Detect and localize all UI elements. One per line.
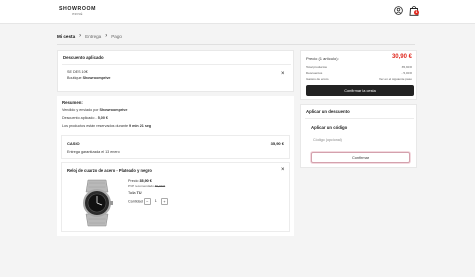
remove-product-close-icon[interactable]: × (281, 167, 285, 173)
summary-title: Resumen: (62, 100, 83, 105)
order-row-shipping-label: Gastos de envío (306, 77, 329, 81)
chevron-right-icon: › (79, 33, 82, 39)
showroom-logo[interactable]: SHOWROOM PRIVÉ (59, 6, 96, 17)
apply-discount-title: Aplicar un descuento (306, 109, 350, 114)
product-size-line: Talla TU (128, 191, 142, 195)
product-price-line: Precio 35,90 € (128, 179, 152, 183)
product-rrp-value: 89,99 € (154, 184, 166, 188)
order-row-products-label: Total productos (306, 65, 327, 69)
apply-code-subtitle: Aplicar un código (311, 125, 348, 130)
quantity-label: Cantidad (128, 199, 143, 204)
brand-name: CASIO (67, 141, 80, 146)
discount-applied-panel: Descuento aplicado SE DES 10€ Boutique S… (57, 50, 294, 92)
product-size-label: Talla (128, 191, 136, 195)
product-card: Reloj de cuarzo de acero - Plateado y ne… (61, 162, 290, 232)
order-price-label: Precio (1 artículo): (306, 56, 339, 61)
discount-code-line: SE DES 10€ (67, 70, 88, 74)
logo-sub-text: PRIVÉ (72, 12, 83, 17)
cart-summary-panel: Resumen: Vendido y enviado por Showroomp… (57, 96, 294, 236)
product-quantity-line: Cantidad − 1 + (128, 198, 168, 205)
top-bar: SHOWROOM PRIVÉ 1 (0, 0, 475, 24)
quantity-value: 1 (154, 199, 157, 204)
sold-by-prefix: Vendido y enviado por (62, 108, 99, 112)
breadcrumb-step-delivery[interactable]: Entrega (85, 34, 101, 39)
sold-by-name: Showroomprive (99, 108, 128, 112)
breadcrumb-divider (57, 44, 415, 45)
delivery-date: Entrega garantizada el 13 enero (67, 150, 120, 154)
discount-shop-prefix: Boutique (67, 76, 82, 80)
order-summary-panel: Precio (1 artículo): 30,90 € Total produ… (300, 50, 417, 100)
reservation-timer: 9 min 21 seg (129, 124, 152, 128)
order-row-products-value: 35,90 € (401, 65, 412, 69)
product-name[interactable]: Reloj de cuarzo de acero - Plateado y ne… (67, 168, 152, 173)
discount-code-input[interactable]: Código (opcional) (311, 136, 409, 145)
cart-count-badge: 1 (414, 10, 419, 15)
confirm-cart-button[interactable]: Confirmar la cesta (306, 85, 414, 96)
reservation-line: Los productos están reservados durante 9… (62, 124, 151, 128)
discount-applied-title: Descuento aplicado (63, 55, 104, 60)
reservation-prefix: Los productos están reservados durante (62, 124, 129, 128)
quantity-plus-button[interactable]: + (160, 198, 168, 205)
discount-shop-line: Boutique Showroomprive (67, 76, 110, 80)
apply-code-box (305, 118, 414, 119)
breadcrumb-step-cart[interactable]: Mi cesta (57, 34, 75, 39)
product-price: 35,90 € (139, 179, 152, 183)
checkout-breadcrumb: Mi cesta › Entrega › Pago (57, 30, 415, 42)
quantity-minus-button[interactable]: − (143, 198, 151, 205)
product-rrp-label: PVP recomendado (128, 184, 154, 188)
product-price-label: Precio (128, 179, 139, 183)
order-price-value: 30,90 € (391, 54, 412, 60)
brand-price: 35,90 € (270, 141, 284, 146)
product-size-value: TU (136, 191, 142, 195)
brand-block: CASIO 35,90 € Entrega garantizada el 13 … (61, 135, 290, 159)
discount-applied-line: Descuento aplicado - 5,00 € (62, 116, 108, 120)
discount-applied-value: 5,00 € (97, 116, 108, 120)
product-rrp-line: PVP recomendado 89,99 € (128, 184, 165, 188)
user-icon[interactable] (394, 6, 403, 15)
chevron-right-icon: › (105, 33, 108, 39)
discount-applied-prefix: Descuento aplicado - (62, 116, 97, 120)
apply-discount-panel: Aplicar un descuento Aplicar un código C… (300, 104, 417, 168)
discount-code-box (62, 64, 291, 65)
order-row-discounts-value: - 5,00 € (401, 71, 413, 75)
sold-by-line: Vendido y enviado por Showroomprive (62, 108, 127, 112)
order-row-shipping-value: Ver en el siguiente paso (378, 77, 412, 81)
order-row-discounts-label: Descuentos (306, 71, 323, 75)
product-image-watch[interactable] (72, 177, 122, 229)
discount-shop-name: Showroomprive (82, 76, 111, 80)
confirm-code-button[interactable]: Confirmar (311, 152, 410, 163)
remove-discount-close-icon[interactable]: × (281, 71, 285, 77)
breadcrumb-step-payment[interactable]: Pago (111, 34, 122, 39)
